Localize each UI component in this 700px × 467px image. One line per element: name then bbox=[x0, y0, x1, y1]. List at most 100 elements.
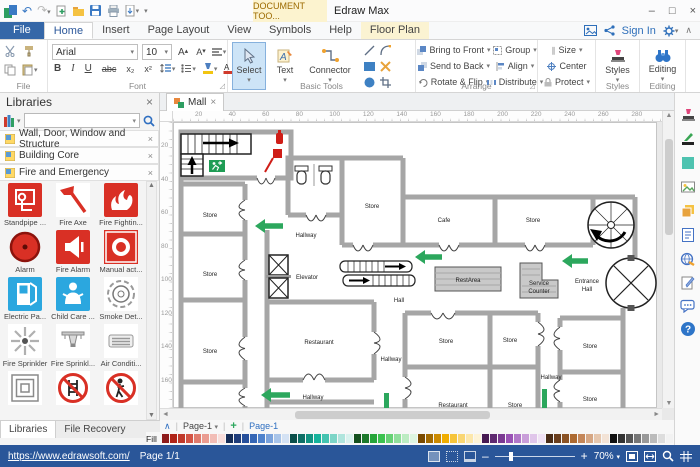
highlight-color-icon[interactable]: ▾ bbox=[202, 63, 217, 74]
library-symbol[interactable]: Manual act... bbox=[97, 228, 145, 275]
room-label[interactable]: Store bbox=[439, 339, 454, 345]
fit-width-icon[interactable] bbox=[644, 450, 656, 462]
page-tab-active[interactable]: Page-1 bbox=[249, 421, 278, 431]
library-symbol[interactable]: Smoke Det... bbox=[97, 275, 145, 322]
zoom-level[interactable]: 70% ▾ bbox=[594, 451, 620, 462]
tab-file[interactable]: File bbox=[0, 22, 44, 39]
fill-swatch[interactable] bbox=[458, 434, 465, 443]
rectangle-tool-icon[interactable] bbox=[362, 59, 377, 74]
library-symbol[interactable]: Fire Sprinkl... bbox=[49, 322, 97, 369]
tab-page-layout[interactable]: Page Layout bbox=[139, 22, 219, 39]
library-symbol[interactable]: Standpipe ... bbox=[1, 181, 49, 228]
line-spacing-icon[interactable]: ▾ bbox=[159, 63, 175, 74]
room-label[interactable]: RestArea bbox=[455, 278, 481, 284]
font-size-select[interactable]: 10 ▾ bbox=[142, 44, 172, 60]
normal-view-icon[interactable] bbox=[427, 450, 440, 462]
layers-icon[interactable] bbox=[680, 203, 696, 219]
library-symbol[interactable]: Alarm bbox=[1, 228, 49, 275]
library-symbol[interactable] bbox=[97, 369, 145, 416]
fill-swatch[interactable] bbox=[602, 434, 609, 443]
room-label[interactable]: Hall bbox=[582, 287, 592, 293]
fill-swatch[interactable] bbox=[402, 434, 409, 443]
fill-swatch[interactable] bbox=[578, 434, 585, 443]
fill-swatch[interactable] bbox=[250, 434, 257, 443]
group-button[interactable]: Group ▾ bbox=[493, 43, 537, 57]
fill-swatch[interactable] bbox=[634, 434, 641, 443]
fill-swatch[interactable] bbox=[322, 434, 329, 443]
elevator[interactable] bbox=[266, 254, 291, 299]
library-symbol[interactable]: Child Care ... bbox=[49, 275, 97, 322]
search-icon[interactable] bbox=[143, 115, 155, 127]
fill-swatch[interactable] bbox=[570, 434, 577, 443]
fill-swatch[interactable] bbox=[242, 434, 249, 443]
print-icon[interactable] bbox=[107, 5, 120, 17]
fill-swatch[interactable] bbox=[186, 434, 193, 443]
tab-help[interactable]: Help bbox=[320, 22, 361, 39]
fill-swatch[interactable] bbox=[562, 434, 569, 443]
fill-swatch[interactable] bbox=[202, 434, 209, 443]
superscript-button[interactable]: x² bbox=[142, 64, 154, 74]
floor-plan-drawing[interactable]: Store Store Store Hallway Store Cafe Sto… bbox=[173, 122, 657, 408]
room-label[interactable]: Service bbox=[529, 281, 550, 287]
send-to-back-button[interactable]: Send to Back ▾ bbox=[417, 59, 490, 73]
fill-swatch[interactable] bbox=[226, 434, 233, 443]
open-icon[interactable] bbox=[72, 5, 85, 17]
fill-swatch[interactable] bbox=[370, 434, 377, 443]
fill-swatch[interactable] bbox=[162, 434, 169, 443]
save-icon[interactable] bbox=[89, 5, 102, 17]
room-label[interactable]: Counter bbox=[528, 289, 549, 295]
fill-swatch[interactable] bbox=[594, 434, 601, 443]
library-search-input[interactable]: ▾ bbox=[23, 113, 140, 128]
tab-view[interactable]: View bbox=[218, 22, 260, 39]
room-label[interactable]: Store bbox=[583, 344, 598, 350]
redo-icon[interactable]: ↷▾ bbox=[37, 4, 51, 19]
fill-swatch[interactable] bbox=[210, 434, 217, 443]
picture-icon[interactable] bbox=[680, 179, 696, 195]
fill-swatch[interactable] bbox=[426, 434, 433, 443]
library-symbol[interactable] bbox=[49, 369, 97, 416]
spiral-staircase[interactable] bbox=[587, 201, 635, 249]
room-label[interactable]: Store bbox=[203, 349, 218, 355]
fill-swatch[interactable] bbox=[522, 434, 529, 443]
fill-swatch[interactable] bbox=[530, 434, 537, 443]
fill-swatch[interactable] bbox=[258, 434, 265, 443]
cut-icon[interactable] bbox=[4, 45, 16, 57]
new-page-icon[interactable] bbox=[56, 5, 68, 17]
collapse-ribbon-icon[interactable]: ∧ bbox=[685, 25, 692, 36]
fill-swatch[interactable] bbox=[514, 434, 521, 443]
tab-symbols[interactable]: Symbols bbox=[260, 22, 320, 39]
horizontal-scroll-thumb[interactable] bbox=[295, 411, 490, 419]
library-books-icon[interactable]: ▾ bbox=[4, 114, 21, 127]
library-section-building-core[interactable]: Building Core × bbox=[0, 147, 159, 164]
fill-swatch[interactable] bbox=[610, 434, 617, 443]
zoom-out-icon[interactable]: – bbox=[482, 449, 489, 463]
room-label[interactable]: Store bbox=[365, 204, 380, 210]
library-section-fire-emergency[interactable]: Fire and Emergency × bbox=[0, 164, 159, 181]
more-icon[interactable]: ▾ bbox=[144, 7, 148, 15]
fill-swatch[interactable] bbox=[218, 434, 225, 443]
room-label[interactable]: Hallway bbox=[380, 357, 401, 363]
tab-file-recovery[interactable]: File Recovery bbox=[56, 421, 133, 438]
room-label[interactable]: Cafe bbox=[438, 218, 451, 224]
tab-libraries[interactable]: Libraries bbox=[0, 421, 57, 438]
library-scrollbar[interactable]: ▲ ▼ bbox=[146, 181, 157, 420]
shrink-font-button[interactable]: A▾ bbox=[194, 47, 208, 57]
grow-font-button[interactable]: A▴ bbox=[176, 47, 190, 58]
arc-tool-icon[interactable] bbox=[378, 43, 393, 58]
format-painter-icon[interactable] bbox=[23, 45, 35, 57]
comment-icon[interactable] bbox=[679, 299, 696, 313]
fill-swatch[interactable] bbox=[170, 434, 177, 443]
close-section-icon[interactable]: × bbox=[148, 168, 153, 178]
library-symbol[interactable]: Fire Alarm bbox=[49, 228, 97, 275]
library-symbol[interactable] bbox=[1, 369, 49, 416]
fill-swatch[interactable] bbox=[378, 434, 385, 443]
presentation-view-icon[interactable] bbox=[463, 450, 476, 462]
copy-icon[interactable] bbox=[4, 64, 16, 76]
library-symbol[interactable]: Air Conditi... bbox=[97, 322, 145, 369]
fill-swatch[interactable] bbox=[314, 434, 321, 443]
fill-swatch[interactable] bbox=[178, 434, 185, 443]
fill-swatch[interactable] bbox=[362, 434, 369, 443]
fill-swatch[interactable] bbox=[274, 434, 281, 443]
underline-button[interactable]: U bbox=[83, 63, 94, 74]
grid-icon[interactable] bbox=[680, 450, 692, 462]
